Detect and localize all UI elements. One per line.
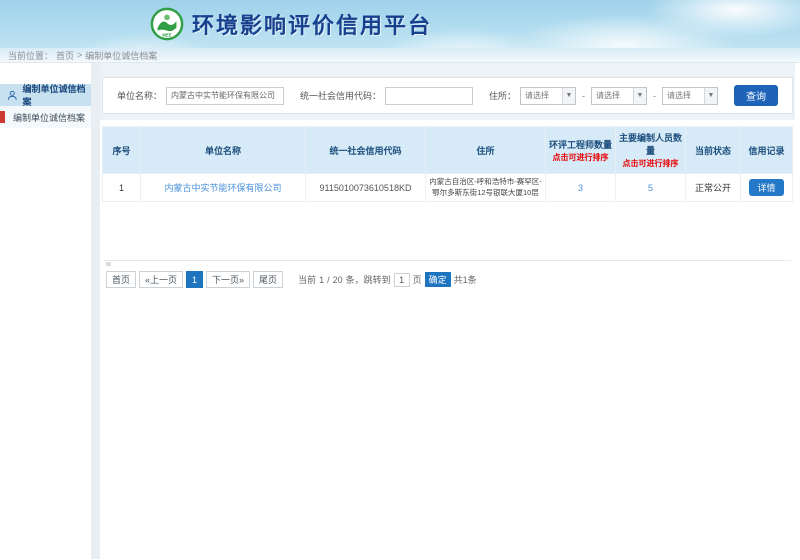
next-page-button[interactable]: 下一页» — [206, 271, 250, 288]
sidebar-group-credit-archive[interactable]: 编制单位诚信档案 — [0, 84, 91, 106]
total-count: 共1条 — [454, 273, 477, 286]
cell-staff-count: 5 — [616, 174, 686, 202]
sidebar-group-label: 编制单位诚信档案 — [23, 82, 92, 108]
province-select-value: 请选择 — [521, 90, 549, 101]
cell-engineer-count: 3 — [546, 174, 616, 202]
sidebar-item-credit-archive[interactable]: 编制单位诚信档案 — [0, 106, 91, 128]
page-title: 环境影响评价信用平台 — [192, 8, 432, 40]
address-separator: - — [653, 91, 656, 101]
sidebar: 编制单位诚信档案 编制单位诚信档案 — [0, 63, 91, 559]
col-staff-count-label: 主要编制人员数量 — [619, 133, 682, 156]
col-address: 住所 — [426, 127, 546, 174]
unit-name-link[interactable]: 内蒙古中实节能环保有限公司 — [164, 183, 281, 193]
sort-hint: 点击可进行排序 — [617, 158, 684, 169]
sidebar-divider — [91, 63, 100, 559]
current-label: 当前 — [298, 273, 316, 286]
col-credit-record: 信用记录 — [741, 127, 793, 174]
address-province-select[interactable]: 请选择 ▼ — [520, 87, 576, 105]
jump-unit: 页 — [413, 273, 422, 286]
col-engineer-count-label: 环评工程师数量 — [549, 140, 612, 150]
filter-band: 单位名称： 统一社会信用代码： 住所： 请选择 ▼ - 请选择 — [100, 63, 795, 120]
address-label: 住所： — [489, 89, 516, 102]
sidebar-item-label: 编制单位诚信档案 — [13, 111, 85, 124]
col-credit-code: 统一社会信用代码 — [306, 127, 426, 174]
chevron-down-icon: ▼ — [562, 88, 575, 104]
breadcrumb-separator: > — [77, 50, 82, 60]
first-page-button[interactable]: 首页 — [106, 271, 136, 288]
sort-hint: 点击可进行排序 — [547, 152, 614, 163]
user-icon — [7, 90, 18, 101]
engineer-count-link[interactable]: 3 — [578, 183, 583, 193]
breadcrumb-current: 编制单位诚信档案 — [85, 49, 157, 62]
cell-credit-code: 9115010073610518KD — [306, 174, 426, 202]
pagination: 首页 «上一页 1 下一页» 尾页 当前 1 / 20 条，跳转到 页 确定 共… — [102, 265, 793, 288]
field-unit-name: 单位名称： — [117, 87, 284, 105]
credit-code-label: 统一社会信用代码： — [300, 89, 381, 102]
detail-button[interactable]: 详情 — [749, 179, 783, 196]
table-row: 1 内蒙古中实节能环保有限公司 9115010073610518KD 内蒙古自治… — [103, 174, 793, 202]
results-table-wrap: 序号 单位名称 统一社会信用代码 住所 环评工程师数量 点击可进行排序 主要编制… — [100, 120, 795, 288]
unit-name-input[interactable] — [166, 87, 284, 105]
pagination-info: 当前 1 / 20 条，跳转到 页 确定 共1条 — [298, 272, 477, 287]
breadcrumb-label: 当前位置： — [8, 49, 53, 62]
unit-name-label: 单位名称： — [117, 89, 162, 102]
address-city-select[interactable]: 请选择 ▼ — [591, 87, 647, 105]
district-select-value: 请选择 — [663, 90, 691, 101]
col-unit-name: 单位名称 — [141, 127, 306, 174]
last-page-button[interactable]: 尾页 — [253, 271, 283, 288]
content-area: 编制单位诚信档案 编制单位诚信档案 单位名称： 统一社会信用代码： 住所： — [0, 63, 800, 559]
col-index: 序号 — [103, 127, 141, 174]
results-table: 序号 单位名称 统一社会信用代码 住所 环评工程师数量 点击可进行排序 主要编制… — [102, 126, 793, 202]
field-credit-code: 统一社会信用代码： — [300, 87, 473, 105]
chevron-down-icon: ▼ — [633, 88, 646, 104]
breadcrumb: 当前位置： 首页 > 编制单位诚信档案 — [0, 48, 800, 63]
query-button[interactable]: 查询 — [734, 85, 778, 106]
page-1-button[interactable]: 1 — [186, 271, 203, 288]
current-page: 1 — [319, 275, 324, 285]
address-separator: - — [582, 91, 585, 101]
cell-address: 内蒙古自治区-呼和浩特市-赛罕区-鄂尔多斯东街12号银联大厦10层 — [426, 174, 546, 202]
svg-text:MEE: MEE — [162, 32, 171, 37]
main-panel: 单位名称： 统一社会信用代码： 住所： 请选择 ▼ - 请选择 — [100, 63, 795, 559]
jump-label: 条，跳转到 — [346, 273, 391, 286]
app-header: MEE 环境影响评价信用平台 — [0, 0, 800, 48]
address-district-select[interactable]: 请选择 ▼ — [662, 87, 718, 105]
cell-credit-record: 详情 — [741, 174, 793, 202]
jump-page-input[interactable] — [394, 273, 410, 287]
scrollbar-handle[interactable] — [106, 262, 111, 266]
chevron-down-icon: ▼ — [704, 88, 717, 104]
mee-logo-icon: MEE — [150, 7, 184, 41]
col-engineer-count-sortable[interactable]: 环评工程师数量 点击可进行排序 — [546, 127, 616, 174]
field-address: 住所： 请选择 ▼ - 请选择 ▼ - 请选择 ▼ — [489, 87, 718, 105]
table-scrollbar[interactable] — [104, 260, 791, 265]
credit-code-input[interactable] — [385, 87, 473, 105]
city-select-value: 请选择 — [592, 90, 620, 101]
prev-page-button[interactable]: «上一页 — [139, 271, 183, 288]
col-staff-count-sortable[interactable]: 主要编制人员数量 点击可进行排序 — [616, 127, 686, 174]
table-empty-space — [102, 202, 793, 260]
cell-status: 正常公开 — [686, 174, 741, 202]
confirm-jump-button[interactable]: 确定 — [425, 272, 451, 287]
cell-unit-name: 内蒙古中实节能环保有限公司 — [141, 174, 306, 202]
breadcrumb-home-link[interactable]: 首页 — [56, 49, 74, 62]
table-header-row: 序号 单位名称 统一社会信用代码 住所 环评工程师数量 点击可进行排序 主要编制… — [103, 127, 793, 174]
search-form: 单位名称： 统一社会信用代码： 住所： 请选择 ▼ - 请选择 — [102, 77, 793, 114]
cell-index: 1 — [103, 174, 141, 202]
active-marker — [0, 111, 5, 123]
col-status: 当前状态 — [686, 127, 741, 174]
page-size: 20 — [333, 275, 343, 285]
page-slash: / — [327, 275, 330, 285]
staff-count-link[interactable]: 5 — [648, 183, 653, 193]
